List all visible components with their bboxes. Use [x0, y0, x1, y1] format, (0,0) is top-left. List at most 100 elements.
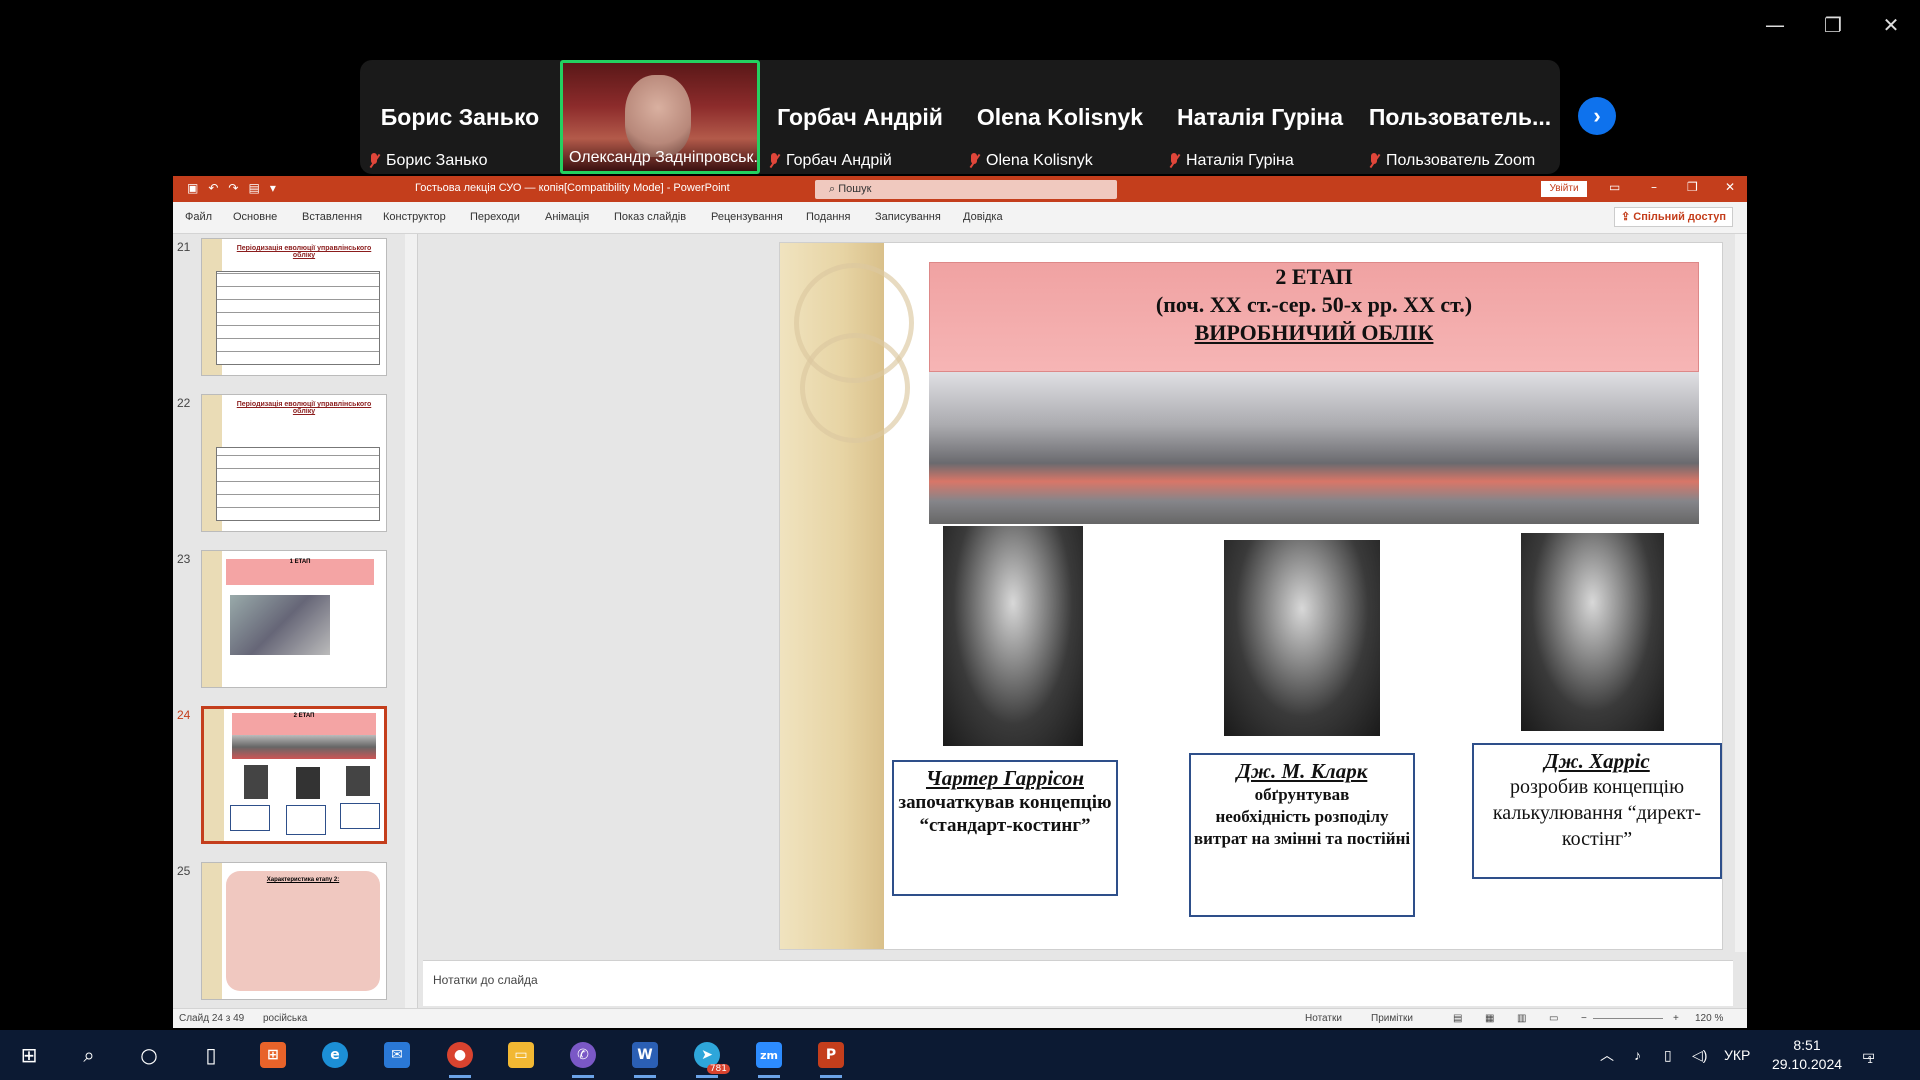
- tab-record[interactable]: Записування: [875, 211, 941, 223]
- notifications-icon[interactable]: ▭ 1: [1862, 1030, 1875, 1080]
- document-title: Гостьова лекція СУО — копія[Compatibilit…: [415, 182, 730, 194]
- close-icon[interactable]: ✕: [1725, 180, 1735, 194]
- tab-insert[interactable]: Вставлення: [302, 211, 362, 223]
- slide-thumbnail[interactable]: 1 ЕТАП: [201, 550, 387, 688]
- redo-icon[interactable]: ↷: [228, 181, 238, 195]
- thumb-number: 23: [177, 552, 191, 566]
- notes-toggle[interactable]: Нотатки: [1305, 1013, 1342, 1024]
- notes-pane[interactable]: Нотатки до слайда: [423, 960, 1733, 1006]
- share-button[interactable]: ⇪ Спільний доступ: [1614, 207, 1733, 227]
- store-icon[interactable]: ⊞: [256, 1038, 290, 1072]
- close-button[interactable]: ✕: [1862, 0, 1920, 50]
- language-indicator[interactable]: російська: [263, 1013, 307, 1024]
- slide-title-line: 2 ЕТАП: [1275, 264, 1353, 289]
- tab-animations[interactable]: Анімація: [545, 211, 589, 223]
- tab-home[interactable]: Основне: [233, 211, 277, 223]
- restore-icon[interactable]: ❐: [1687, 180, 1698, 194]
- slide-thumbnail[interactable]: Характеристика етапу 2:: [201, 862, 387, 1000]
- participant-name-large: Борис Занько: [380, 104, 540, 130]
- thumb-number: 25: [177, 864, 191, 878]
- portrait-photo: [1521, 533, 1664, 731]
- telegram-icon[interactable]: ➤ 781: [690, 1038, 730, 1078]
- microphone-icon[interactable]: ♪: [1634, 1030, 1641, 1080]
- slide-title-banner: 2 ЕТАП (поч. ХХ ст.-сер. 50-х рр. ХХ ст.…: [929, 262, 1699, 372]
- start-icon[interactable]: ⊞: [12, 1038, 46, 1072]
- slide-sorter-icon[interactable]: ▦: [1485, 1013, 1494, 1024]
- ppt-title-bar: ▣ ↶ ↷ ▤ ▾ Гостьова лекція СУО — копія[Co…: [173, 176, 1747, 202]
- reading-view-icon[interactable]: ▥: [1517, 1013, 1526, 1024]
- tab-review[interactable]: Рецензування: [711, 211, 783, 223]
- present-icon[interactable]: ▤: [248, 181, 259, 195]
- slide-thumbnail[interactable]: Періодизація еволюції управлінського обл…: [201, 394, 387, 532]
- slide-title-line: ВИРОБНИЧИЙ ОБЛІК: [1194, 320, 1434, 345]
- participant-tile-active-speaker[interactable]: Олександр Задніпровськ...: [560, 60, 760, 174]
- normal-view-icon[interactable]: ▤: [1453, 1013, 1462, 1024]
- tab-transitions[interactable]: Переходи: [470, 211, 520, 223]
- mail-icon[interactable]: ✉: [380, 1038, 414, 1072]
- clock[interactable]: 8:51 29.10.2024: [1762, 1036, 1852, 1074]
- search-icon: ⌕: [829, 183, 839, 195]
- participant-tile[interactable]: Борис Занько Борис Занько: [360, 60, 560, 174]
- comments-toggle[interactable]: Примітки: [1371, 1013, 1413, 1024]
- next-page-button[interactable]: ›: [1578, 97, 1616, 135]
- participant-tile[interactable]: Наталія Гуріна Наталія Гуріна: [1160, 60, 1360, 174]
- volume-icon[interactable]: ◁): [1692, 1030, 1707, 1080]
- zoom-level[interactable]: 120 %: [1695, 1013, 1723, 1024]
- participant-label: Наталія Гуріна: [1168, 152, 1294, 170]
- zoom-out-icon[interactable]: −: [1581, 1013, 1587, 1024]
- slideshow-icon[interactable]: ▭: [1549, 1013, 1558, 1024]
- show-hidden-icons[interactable]: ︿: [1600, 1030, 1614, 1080]
- thumbnails-scrollbar[interactable]: [405, 234, 417, 1008]
- tab-view[interactable]: Подання: [806, 211, 850, 223]
- participant-tile[interactable]: Пользователь... Пользователь Zoom: [1360, 60, 1560, 174]
- thumb-strip: [202, 863, 222, 999]
- person-description-bold: обґрунтував: [1254, 785, 1350, 804]
- undo-icon[interactable]: ↶: [208, 181, 218, 195]
- zoom-in-icon[interactable]: +: [1673, 1013, 1679, 1024]
- thumb-portrait: [296, 767, 320, 799]
- zoom-slider[interactable]: [1593, 1018, 1663, 1019]
- restore-button[interactable]: ❐: [1804, 0, 1862, 50]
- muted-mic-icon: [968, 153, 980, 169]
- participant-label-text: Олександр Задніпровськ...: [569, 149, 760, 166]
- slide-scrollbar[interactable]: [1735, 234, 1747, 952]
- participant-gallery: Борис Занько Борис Занько Олександр Задн…: [360, 60, 1560, 174]
- search-box[interactable]: ⌕ Пошук: [815, 180, 1117, 199]
- minimize-button[interactable]: —: [1746, 0, 1804, 50]
- zoom-icon[interactable]: zm: [752, 1038, 786, 1078]
- battery-icon[interactable]: ▯: [1664, 1030, 1672, 1080]
- status-bar: Слайд 24 з 49 російська Нотатки Примітки…: [173, 1008, 1747, 1028]
- language-indicator[interactable]: УКР: [1724, 1030, 1750, 1080]
- ribbon-display-icon[interactable]: ▭: [1609, 180, 1620, 194]
- person-name: Чартер Гаррісон: [925, 766, 1084, 790]
- edge-icon[interactable]: e: [318, 1038, 352, 1072]
- chrome-icon[interactable]: ●: [443, 1038, 477, 1078]
- slide-thumbnail-selected[interactable]: 2 ЕТАП: [201, 706, 387, 844]
- search-icon[interactable]: ⌕: [72, 1038, 106, 1072]
- participant-tile[interactable]: Горбач Андрій Горбач Андрій: [760, 60, 960, 174]
- customize-icon[interactable]: ▾: [270, 181, 276, 195]
- person-description: започаткував концепцію “стандарт-костинг…: [898, 792, 1112, 836]
- save-icon[interactable]: ▣: [187, 181, 198, 195]
- participant-tile[interactable]: Olena Kolisnyk Olena Kolisnyk: [960, 60, 1160, 174]
- cortana-icon[interactable]: ○: [132, 1038, 166, 1072]
- slide-thumbnails-pane: 21 Періодизація еволюції управлінського …: [173, 234, 418, 1008]
- tab-design[interactable]: Конструктор: [383, 211, 446, 223]
- explorer-icon[interactable]: ▭: [504, 1038, 538, 1072]
- tab-help[interactable]: Довідка: [963, 211, 1003, 223]
- thumb-image: [232, 735, 376, 759]
- tab-slideshow[interactable]: Показ слайдів: [614, 211, 686, 223]
- word-icon[interactable]: W: [628, 1038, 662, 1078]
- tab-file[interactable]: Файл: [185, 211, 212, 223]
- participant-label: Горбач Андрій: [768, 152, 892, 170]
- decor-ring: [800, 333, 910, 443]
- slide-canvas: 2 ЕТАП (поч. ХХ ст.-сер. 50-х рр. ХХ ст.…: [423, 234, 1733, 952]
- task-view-icon[interactable]: ▯: [194, 1038, 228, 1072]
- slide-thumbnail[interactable]: Періодизація еволюції управлінського обл…: [201, 238, 387, 376]
- powerpoint-icon[interactable]: P: [814, 1038, 848, 1078]
- participant-label-text: Борис Занько: [386, 152, 488, 169]
- viber-icon[interactable]: ✆: [566, 1038, 600, 1078]
- minimize-icon[interactable]: –: [1651, 180, 1657, 194]
- sign-in-button[interactable]: Увійти: [1541, 181, 1587, 197]
- person-box: Чартер Гаррісон започаткував концепцію “…: [892, 760, 1118, 896]
